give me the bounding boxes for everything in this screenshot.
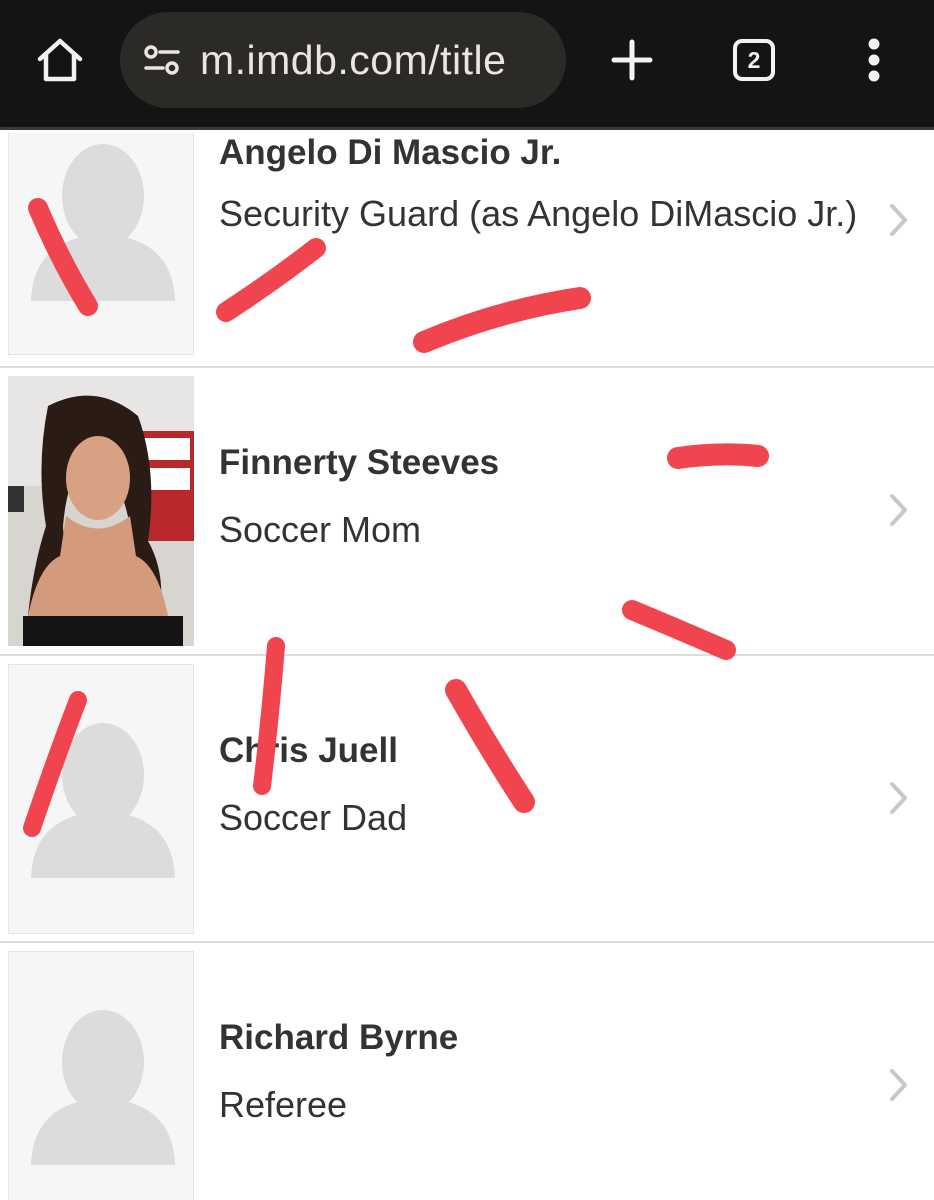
new-tab-button[interactable]: [600, 28, 664, 92]
character-name: Referee: [219, 1084, 348, 1125]
url-text: m.imdb.com/title: [200, 36, 507, 83]
cast-row[interactable]: Angelo Di Mascio Jr. Security Guard (as …: [0, 133, 934, 368]
home-button[interactable]: [28, 28, 92, 92]
actor-photo-placeholder[interactable]: [8, 951, 194, 1200]
tune-icon[interactable]: [142, 40, 182, 80]
character-name: Soccer Mom: [219, 509, 422, 550]
tab-switcher-button[interactable]: 2: [722, 28, 786, 92]
more-vert-icon: [868, 38, 880, 82]
chevron-right-icon[interactable]: [884, 778, 912, 818]
browser-menu-button[interactable]: [850, 28, 898, 92]
actor-name[interactable]: Chris Juell: [219, 731, 398, 771]
address-bar[interactable]: m.imdb.com/title: [120, 12, 566, 108]
chevron-right-icon[interactable]: [884, 200, 912, 240]
plus-icon: [611, 39, 653, 81]
cast-row[interactable]: Richard Byrne Referee: [0, 943, 934, 1200]
headshot-image: [8, 376, 194, 646]
actor-name[interactable]: Richard Byrne: [219, 1018, 458, 1058]
actor-name[interactable]: Angelo Di Mascio Jr.: [219, 133, 561, 173]
cast-row[interactable]: Chris Juell Soccer Dad: [0, 656, 934, 943]
tab-count-badge: 2: [733, 39, 775, 81]
person-placeholder-icon: [31, 1010, 175, 1165]
chevron-right-icon[interactable]: [884, 490, 912, 530]
browser-toolbar: m.imdb.com/title 2: [0, 0, 934, 130]
character-name: Soccer Dad: [219, 797, 408, 838]
actor-photo-placeholder[interactable]: [8, 664, 194, 934]
actor-photo[interactable]: [8, 376, 194, 646]
person-placeholder-icon: [31, 144, 175, 301]
home-icon: [37, 38, 83, 82]
cast-list: Angelo Di Mascio Jr. Security Guard (as …: [0, 133, 934, 1200]
person-placeholder-icon: [31, 723, 175, 878]
cast-row[interactable]: Finnerty Steeves Soccer Mom: [0, 368, 934, 656]
character-name: Security Guard (as Angelo DiMascio Jr.): [219, 193, 858, 234]
actor-photo-placeholder[interactable]: [8, 133, 194, 355]
actor-name[interactable]: Finnerty Steeves: [219, 443, 499, 483]
chevron-right-icon[interactable]: [884, 1065, 912, 1105]
